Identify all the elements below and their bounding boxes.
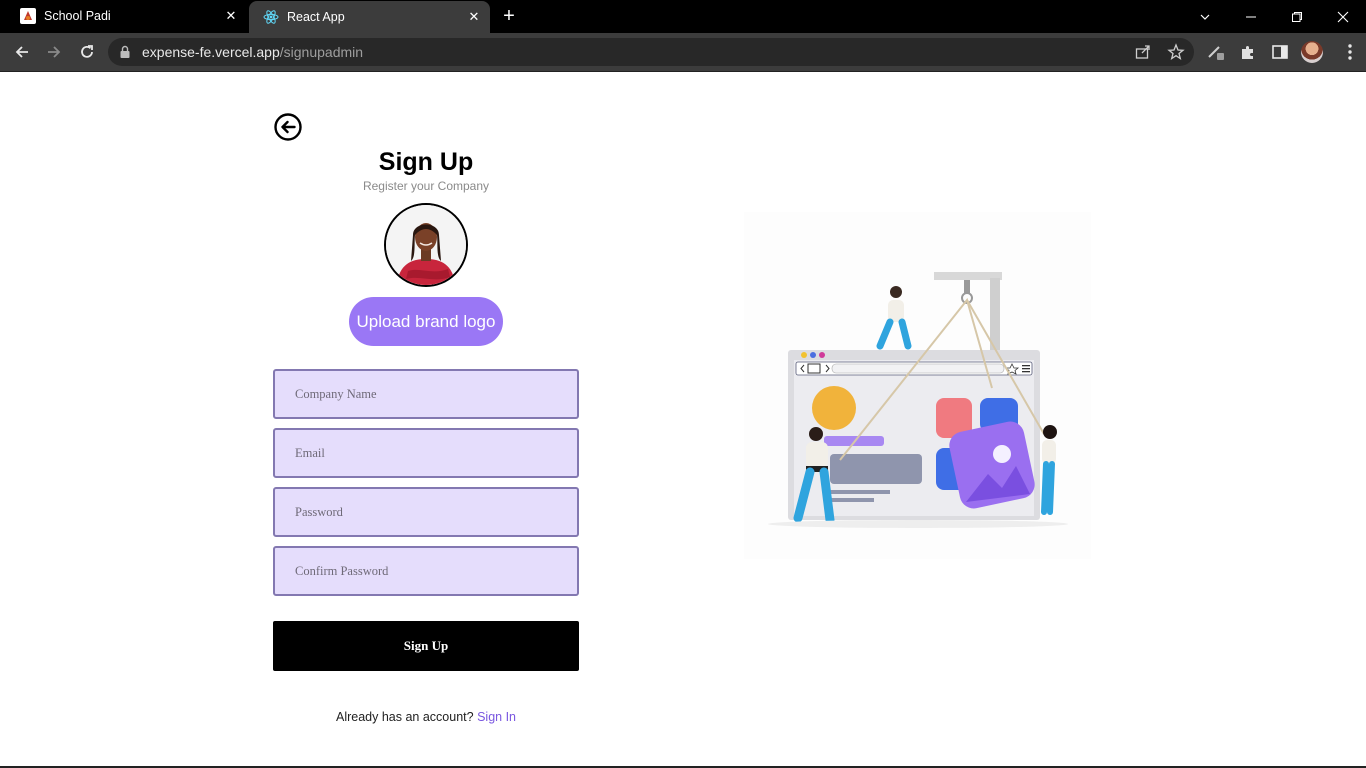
sign-up-button[interactable]: Sign Up (273, 621, 579, 671)
school-padi-favicon-icon (20, 8, 36, 24)
upload-brand-logo-button[interactable]: Upload brand logo (349, 297, 503, 346)
company-name-input[interactable] (275, 371, 577, 417)
sign-in-link[interactable]: Sign In (477, 710, 516, 724)
browser-toolbar: expense-fe.vercel.app/signupadmin (0, 33, 1366, 72)
company-name-field[interactable] (273, 369, 579, 419)
extensions-puzzle-icon[interactable] (1239, 43, 1257, 61)
close-window-button[interactable] (1320, 0, 1366, 33)
website-builders-illustration (768, 272, 1068, 528)
reload-button[interactable] (74, 39, 100, 65)
tab-school-padi[interactable]: School Padi ✕ (6, 0, 247, 33)
menu-kebab-icon[interactable] (1340, 42, 1360, 62)
brand-logo-preview (384, 203, 468, 287)
minimize-button[interactable] (1228, 0, 1274, 33)
tab-react-app[interactable]: React App ✕ (249, 1, 490, 33)
reload-icon (81, 45, 93, 58)
sign-in-prompt-text: Already has an account? (336, 710, 474, 724)
back-nav-button[interactable] (9, 39, 35, 65)
url-path: /signupadmin (279, 44, 364, 60)
password-field[interactable] (273, 487, 579, 537)
tab-title: School Padi (44, 9, 111, 23)
arrow-right-icon (48, 46, 61, 58)
tab-search-chevron-icon[interactable] (1182, 0, 1228, 33)
tab-close-icon[interactable]: ✕ (223, 8, 239, 24)
url-text: expense-fe.vercel.app/signupadmin (142, 44, 363, 60)
email-field[interactable] (273, 428, 579, 478)
url-host: expense-fe.vercel.app (142, 44, 280, 60)
new-tab-button[interactable]: + (498, 6, 520, 28)
back-arrow-circle-icon[interactable] (273, 112, 303, 142)
sign-in-prompt: Already has an account? Sign In (273, 710, 579, 724)
address-bar[interactable]: expense-fe.vercel.app/signupadmin (108, 38, 1194, 66)
browser-tab-bar: School Padi ✕ React App ✕ + (0, 0, 1366, 33)
forward-nav-button[interactable] (41, 39, 67, 65)
team-building-illustration (744, 212, 1091, 559)
page-subtitle: Register your Company (362, 179, 490, 193)
password-input[interactable] (275, 489, 577, 535)
confirm-password-field[interactable] (273, 546, 579, 596)
lock-icon (120, 45, 130, 58)
restore-button[interactable] (1274, 0, 1320, 33)
bookmark-star-icon[interactable] (1167, 43, 1185, 61)
profile-avatar-icon[interactable] (1301, 41, 1323, 63)
tab-title: React App (287, 10, 345, 24)
page-title: Sign Up (378, 148, 474, 176)
arrow-left-icon (15, 46, 28, 58)
share-icon[interactable] (1134, 43, 1152, 61)
react-favicon-icon (263, 10, 279, 24)
email-input[interactable] (275, 430, 577, 476)
side-panel-icon[interactable] (1271, 43, 1289, 61)
confirm-password-input[interactable] (275, 548, 577, 594)
tab-close-icon[interactable]: ✕ (466, 9, 482, 25)
extension-pen-icon[interactable] (1207, 43, 1225, 61)
person-avatar-image (386, 205, 466, 285)
